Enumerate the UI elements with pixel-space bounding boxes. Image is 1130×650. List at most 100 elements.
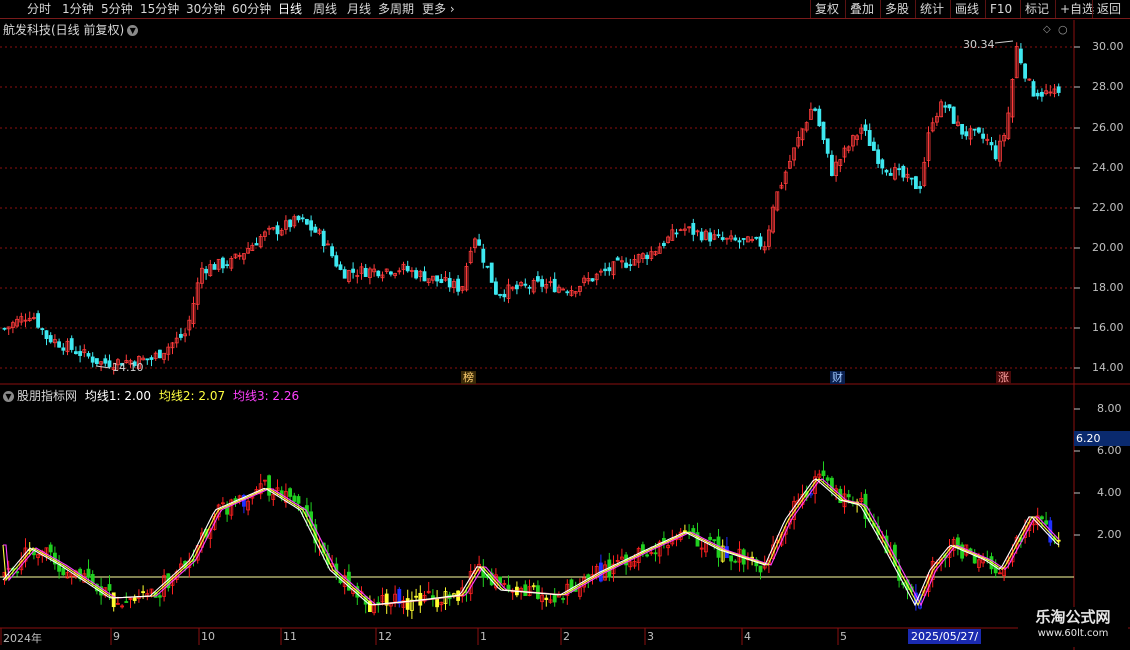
candle-body	[36, 313, 40, 328]
indicator-bar	[141, 591, 146, 594]
candle-body	[674, 232, 679, 235]
main-y-tick: 14.00	[1092, 361, 1124, 374]
main-y-tick: 20.00	[1092, 241, 1124, 254]
indicator-bar	[86, 568, 91, 578]
candle-body	[388, 271, 393, 275]
candle-body	[825, 138, 830, 154]
candle-body	[880, 159, 885, 169]
candle-body	[741, 238, 746, 240]
event-badge-finance[interactable]: 财	[830, 371, 845, 384]
candle-body	[918, 186, 922, 189]
candle-body	[363, 267, 368, 277]
candle-body	[515, 284, 519, 290]
candle-body	[40, 328, 45, 331]
candle-body	[527, 286, 532, 289]
candle-body	[456, 278, 461, 292]
candle-body	[628, 264, 633, 266]
candle-body	[220, 257, 225, 269]
candle-body	[737, 240, 742, 243]
candle-body	[275, 225, 280, 235]
candle-body	[872, 141, 876, 151]
candle-body	[405, 265, 410, 272]
indicator-bar	[124, 601, 129, 603]
candle-body	[204, 268, 209, 274]
event-badge-limit-up[interactable]: 涨	[996, 371, 1011, 384]
candle-body	[758, 236, 763, 247]
indicator-bar	[157, 595, 162, 598]
main-y-tick: 16.00	[1092, 321, 1124, 334]
watermark: 乐淘公式网 www.60lt.com	[1018, 607, 1128, 647]
candle-body	[977, 127, 981, 133]
main-y-tick: 28.00	[1092, 80, 1124, 93]
indicator-bar	[821, 470, 826, 477]
candle-body	[888, 172, 893, 176]
candle-body	[720, 237, 725, 240]
indicator-bar	[267, 475, 272, 496]
candle-body	[972, 128, 977, 131]
candle-body	[338, 264, 343, 270]
candle-body	[590, 278, 595, 282]
candle-body	[435, 275, 440, 282]
indicator-bar	[397, 588, 402, 604]
x-start-label: 2024年	[3, 632, 42, 645]
candle-body	[830, 154, 834, 176]
candle-body	[914, 176, 918, 190]
main-y-tick: 24.00	[1092, 161, 1124, 174]
candle-body	[313, 226, 318, 233]
watermark-title: 乐淘公式网	[1035, 608, 1111, 626]
indicator-bar	[1040, 516, 1044, 520]
candle-body	[86, 353, 91, 357]
indicator-value-tag: 6.20	[1074, 431, 1130, 446]
candle-body	[498, 294, 503, 296]
indicator-y-tick: 2.00	[1097, 528, 1122, 541]
candle-body	[964, 131, 969, 137]
candle-body	[78, 351, 82, 356]
candle-body	[523, 283, 528, 286]
candle-body	[813, 108, 817, 111]
indicator-bar	[758, 565, 763, 573]
candle-body	[288, 219, 293, 228]
indicator-bar	[544, 597, 549, 600]
indicator-bar	[846, 494, 851, 498]
candle-body	[901, 165, 906, 178]
candle-body	[447, 278, 452, 288]
indicator-bar	[683, 530, 687, 533]
candle-body	[951, 106, 956, 124]
x-month-label: 10	[201, 630, 215, 643]
candle-body	[536, 276, 540, 282]
candle-body	[178, 333, 183, 338]
chart-canvas[interactable]	[0, 0, 1130, 650]
candle-body	[157, 349, 162, 359]
candle-body	[817, 108, 822, 127]
candle-body	[615, 257, 620, 261]
indicator-bar	[414, 595, 419, 598]
candle-body	[943, 105, 948, 108]
low-price-label: 14.10	[112, 361, 144, 374]
indicator-y-tick: 4.00	[1097, 486, 1122, 499]
candle-body	[989, 142, 994, 146]
event-badge-rank[interactable]: 榜	[461, 371, 476, 384]
candle-body	[422, 271, 427, 282]
indicator-bar	[825, 477, 830, 481]
candle-body	[69, 338, 74, 350]
candle-body	[981, 133, 985, 139]
candle-body	[304, 219, 309, 225]
indicator-bar	[729, 555, 733, 562]
candle-body	[103, 358, 108, 364]
candle-body	[414, 270, 419, 279]
candle-body	[225, 264, 230, 267]
candle-body	[897, 168, 901, 171]
candle-body	[909, 177, 914, 180]
candle-body	[74, 351, 78, 355]
main-y-tick: 26.00	[1092, 121, 1124, 134]
indicator-y-tick: 8.00	[1097, 402, 1122, 415]
candle-body	[863, 124, 868, 131]
main-y-tick: 30.00	[1092, 40, 1124, 53]
candle-body	[993, 145, 998, 160]
candle-body	[254, 243, 259, 246]
candle-body	[330, 246, 335, 257]
x-month-label: 9	[113, 630, 120, 643]
candle-body	[603, 268, 607, 272]
indicator-bar	[733, 560, 738, 563]
high-marker-arrow	[994, 40, 1014, 44]
